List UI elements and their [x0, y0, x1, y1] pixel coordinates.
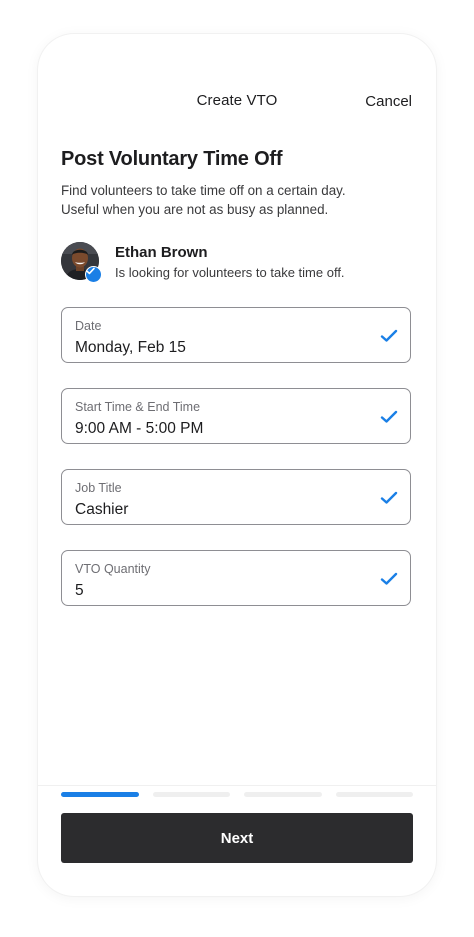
progress-step-4 — [335, 792, 413, 797]
app-screen: Create VTO Cancel Post Voluntary Time Of… — [38, 34, 436, 896]
checkmark-icon — [380, 410, 398, 423]
field-label: Start Time & End Time — [75, 400, 201, 414]
vto-quantity-field[interactable]: VTO Quantity 5 — [61, 550, 411, 606]
step-progress — [61, 792, 413, 798]
field-value: 9:00 AM - 5:00 PM — [75, 420, 204, 437]
field-value: 5 — [75, 582, 84, 599]
job-title-field[interactable]: Job Title Cashier — [61, 469, 411, 525]
checkmark-icon — [380, 491, 398, 504]
cancel-button[interactable]: Cancel — [365, 93, 412, 110]
avatar — [61, 242, 102, 283]
footer-divider — [38, 785, 436, 786]
requester-subtitle: Is looking for volunteers to take time o… — [115, 265, 345, 280]
checkmark-icon — [380, 572, 398, 585]
description-line-2: Useful when you are not as busy as plann… — [61, 202, 329, 217]
requester-row: Ethan Brown Is looking for volunteers to… — [61, 242, 413, 283]
field-label: VTO Quantity — [75, 562, 151, 576]
progress-step-3 — [244, 792, 322, 797]
progress-step-1 — [61, 792, 139, 797]
field-label: Job Title — [75, 481, 122, 495]
page-description: Find volunteers to take time off on a ce… — [61, 181, 401, 219]
checkmark-icon — [380, 329, 398, 342]
next-button[interactable]: Next — [61, 813, 413, 863]
field-label: Date — [75, 319, 102, 333]
description-line-1: Find volunteers to take time off on a ce… — [61, 183, 346, 198]
date-field[interactable]: Date Monday, Feb 15 — [61, 307, 411, 363]
verified-badge-icon — [85, 266, 102, 283]
progress-step-2 — [152, 792, 230, 797]
time-range-field[interactable]: Start Time & End Time 9:00 AM - 5:00 PM — [61, 388, 411, 444]
field-value: Cashier — [75, 501, 129, 518]
field-value: Monday, Feb 15 — [75, 339, 186, 356]
requester-name: Ethan Brown — [115, 244, 208, 261]
page-title: Post Voluntary Time Off — [61, 148, 283, 170]
